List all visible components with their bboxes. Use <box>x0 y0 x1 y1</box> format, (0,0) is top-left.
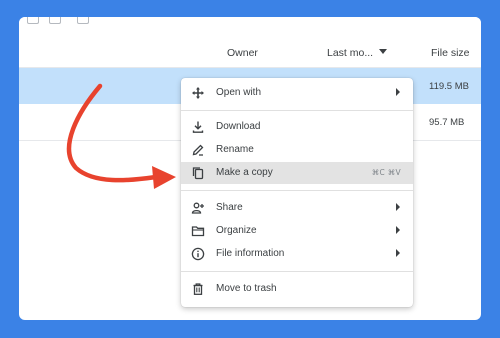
annotation-arrow-icon <box>66 83 176 189</box>
